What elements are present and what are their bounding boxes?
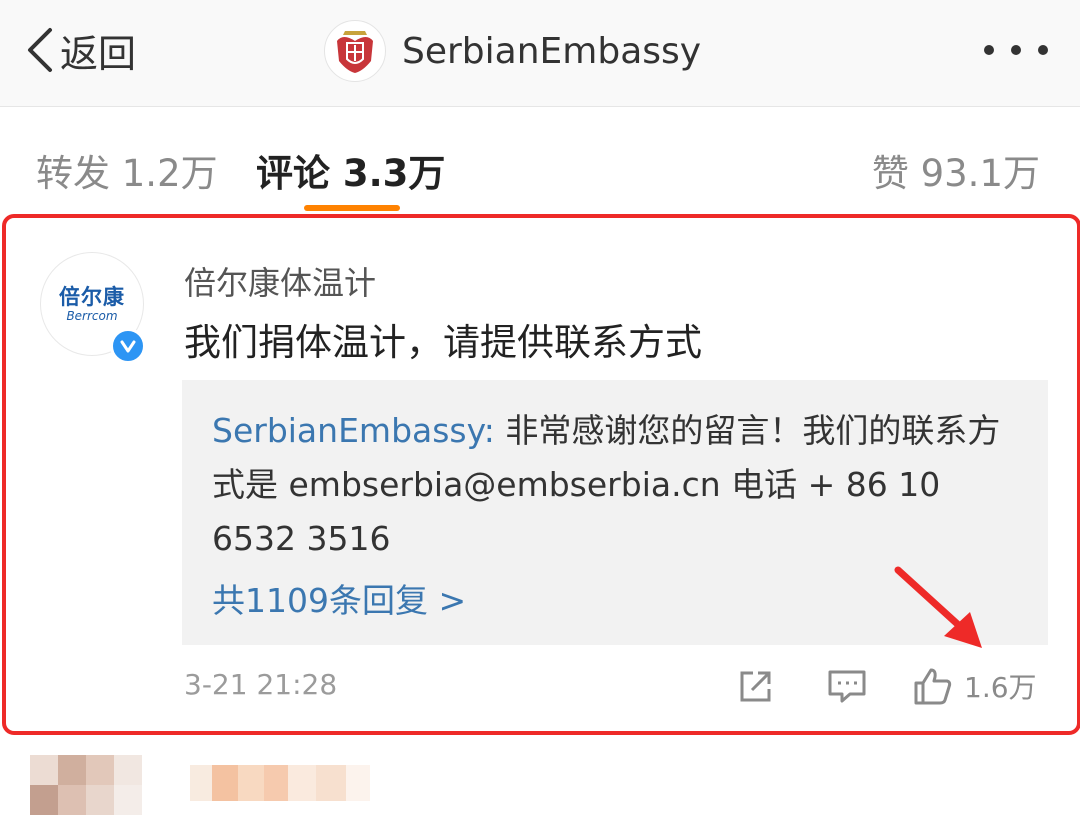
tab-likes[interactable]: 赞 93.1万 <box>872 143 1040 197</box>
verified-icon <box>110 328 146 364</box>
tab-comments[interactable]: 评论 3.3万 <box>256 143 445 197</box>
back-chevron-icon <box>28 28 52 72</box>
like-icon <box>914 668 952 705</box>
comment-text: 我们捐体温计，请提供联系方式 <box>184 321 702 364</box>
next-comment-name-blurred <box>190 765 390 801</box>
stats-tabs: 转发 1.2万 评论 3.3万 赞 93.1万 <box>0 107 1080 213</box>
top-nav-bar: 返回 SerbianEmbassy <box>0 0 1080 107</box>
share-button[interactable] <box>736 666 776 710</box>
active-tab-indicator <box>304 205 400 211</box>
reply-icon <box>828 670 866 703</box>
arrow-annotation <box>894 566 982 648</box>
reply-content: SerbianEmbassy: 非常感谢您的留言！我们的联系方式是 embser… <box>212 404 1022 566</box>
page-title: SerbianEmbassy <box>402 30 702 72</box>
profile-header[interactable]: SerbianEmbassy <box>324 18 701 84</box>
comment-author[interactable]: 倍尔康体温计 <box>184 258 376 304</box>
comment-timestamp: 3-21 21:28 <box>184 668 338 701</box>
next-comment-avatar-blurred <box>30 755 142 815</box>
like-count: 1.6万 <box>964 671 1037 704</box>
more-icon[interactable] <box>984 38 1048 62</box>
serbian-emblem-icon[interactable] <box>324 20 386 82</box>
share-icon <box>740 671 771 702</box>
avatar-logo-subtext: Berrcom <box>66 309 118 323</box>
avatar-logo-text: 倍尔康 <box>59 285 125 309</box>
reply-button[interactable] <box>826 666 868 710</box>
back-label: 返回 <box>60 31 137 76</box>
tab-forward[interactable]: 转发 1.2万 <box>36 143 218 197</box>
comment-item: 倍尔康 Berrcom 倍尔康体温计 我们捐体温计，请提供联系方式 Serbia… <box>2 214 1080 735</box>
back-button[interactable]: 返回 <box>26 22 136 78</box>
reply-author[interactable]: SerbianEmbassy: <box>212 411 495 450</box>
view-replies-link[interactable]: 共1109条回复 > <box>212 574 466 622</box>
like-button[interactable]: 1.6万 <box>912 666 1037 706</box>
